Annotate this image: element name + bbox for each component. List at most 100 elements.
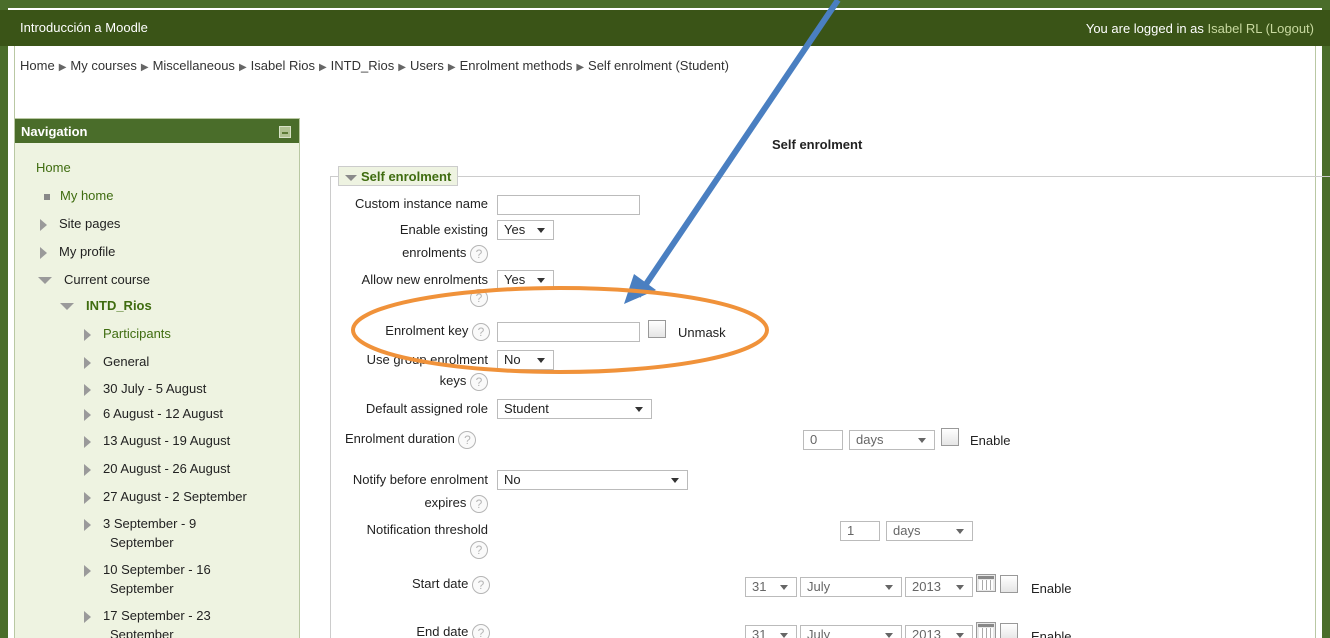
nav-week[interactable]: 27 August - 2 September	[84, 489, 247, 504]
allow-new-help: ?	[468, 287, 488, 307]
nav-week[interactable]: 30 July - 5 August	[84, 381, 206, 396]
nav-week-label-cont: September	[110, 627, 174, 638]
navigation-header: Navigation	[15, 119, 299, 143]
nav-week-label: 30 July - 5 August	[103, 381, 207, 396]
dropdown-arrow-icon	[635, 407, 643, 412]
help-icon[interactable]: ?	[472, 623, 490, 638]
expand-arrow-icon	[84, 463, 91, 476]
dropdown-arrow-icon	[885, 585, 893, 590]
custom-instance-name-input[interactable]	[497, 195, 640, 215]
enrolment-duration-label-text: Enrolment duration	[345, 431, 455, 446]
dropdown-arrow-icon	[956, 529, 964, 534]
group-keys-select[interactable]: No	[497, 350, 554, 370]
breadcrumb-users[interactable]: Users	[410, 58, 444, 73]
help-icon[interactable]: ?	[470, 288, 488, 307]
nav-site-pages[interactable]: Site pages	[40, 216, 120, 231]
notification-threshold-unit: days	[893, 523, 921, 538]
start-date-month-select[interactable]: July	[800, 577, 902, 597]
end-date-year-select[interactable]: 2013	[905, 625, 973, 638]
enrolment-duration-enable-checkbox[interactable]	[941, 428, 959, 446]
default-role-select[interactable]: Student	[497, 399, 652, 419]
enable-existing-select[interactable]: Yes	[497, 220, 554, 240]
enable-existing-label-text: enrolments	[402, 245, 467, 260]
group-keys-label-line2: keys ?	[330, 371, 488, 391]
start-date-enable-checkbox[interactable]	[1000, 575, 1018, 593]
end-date-enable-checkbox[interactable]	[1000, 623, 1018, 638]
breadcrumb-enrolment-methods[interactable]: Enrolment methods	[460, 58, 573, 73]
nav-week[interactable]: 13 August - 19 August	[84, 433, 230, 448]
end-date-day-select[interactable]: 31	[745, 625, 797, 638]
dropdown-arrow-icon	[537, 358, 545, 363]
calendar-icon[interactable]	[976, 574, 996, 592]
nav-week-label: 27 August - 2 September	[103, 489, 247, 504]
nav-home[interactable]: Home	[36, 160, 71, 175]
breadcrumb-miscellaneous[interactable]: Miscellaneous	[153, 58, 235, 73]
unmask-checkbox[interactable]	[648, 320, 666, 338]
enable-existing-label: Enable existing	[399, 222, 488, 237]
nav-week[interactable]: 6 August - 12 August	[84, 406, 223, 421]
breadcrumb-separator: ▶	[398, 62, 406, 73]
breadcrumb-course[interactable]: INTD_Rios	[331, 58, 395, 73]
start-date-day-select[interactable]: 31	[745, 577, 797, 597]
expand-arrow-icon	[84, 564, 91, 577]
collapse-arrow-icon	[60, 303, 74, 311]
nav-general-label: General	[103, 354, 150, 369]
end-date-day: 31	[752, 627, 767, 638]
nav-week[interactable]: 20 August - 26 August	[84, 461, 230, 476]
enrolment-key-input[interactable]	[497, 322, 640, 342]
nav-week-label-cont: September	[110, 535, 174, 550]
enrolment-duration-unit-select[interactable]: days	[849, 430, 935, 450]
notify-before-label: Notify before enrolment	[352, 472, 488, 487]
nav-course[interactable]: INTD_Rios	[60, 298, 152, 313]
nav-week-label: 17 September - 23	[103, 608, 211, 623]
help-icon[interactable]: ?	[470, 372, 488, 391]
breadcrumb-isabel-rios[interactable]: Isabel Rios	[251, 58, 315, 73]
breadcrumb-my-courses[interactable]: My courses	[70, 58, 136, 73]
breadcrumb-separator: ▶	[447, 62, 456, 73]
collapse-icon[interactable]	[279, 126, 291, 138]
help-icon[interactable]: ?	[458, 430, 477, 449]
notify-before-value: No	[504, 472, 521, 487]
breadcrumb-home[interactable]: Home	[20, 58, 55, 73]
notification-threshold-number[interactable]: 1	[840, 521, 880, 541]
notify-before-select[interactable]: No	[497, 470, 688, 490]
bullet-icon	[44, 193, 50, 200]
expand-arrow-icon	[84, 383, 91, 396]
expand-arrow-icon	[40, 218, 47, 231]
nav-general[interactable]: General	[84, 354, 149, 369]
end-date-month-select[interactable]: July	[800, 625, 902, 638]
calendar-icon[interactable]	[976, 622, 996, 638]
expand-arrow-icon	[84, 518, 91, 531]
user-profile-link[interactable]: Isabel RL	[1208, 21, 1262, 36]
breadcrumb-self-enrolment: Self enrolment (Student)	[588, 58, 729, 73]
site-name-link[interactable]: Introducción a Moodle	[20, 20, 148, 35]
start-date-month: July	[807, 579, 831, 594]
nav-current-course-label: Current course	[64, 272, 150, 287]
dropdown-arrow-icon	[780, 585, 788, 590]
help-icon[interactable]: ?	[472, 322, 490, 341]
custom-instance-name-label: Custom instance name	[355, 196, 488, 211]
help-icon[interactable]: ?	[470, 540, 488, 559]
allow-new-select[interactable]: Yes	[497, 270, 554, 290]
nav-current-course[interactable]: Current course	[38, 272, 150, 287]
nav-my-home[interactable]: My home	[44, 188, 113, 203]
notify-before-label-line2: expires ?	[330, 493, 488, 513]
help-icon[interactable]: ?	[472, 575, 490, 594]
help-icon[interactable]: ?	[470, 244, 488, 263]
nav-my-profile[interactable]: My profile	[40, 244, 115, 259]
help-icon[interactable]: ?	[470, 494, 488, 513]
notification-threshold-unit-select[interactable]: days	[886, 521, 973, 541]
enrolment-duration-label: Enrolment duration ?	[345, 429, 477, 449]
expand-arrow-icon	[84, 435, 91, 448]
nav-week-label: 13 August - 19 August	[103, 433, 231, 448]
nav-participants[interactable]: Participants	[84, 326, 171, 341]
logout-link[interactable]: (Logout)	[1266, 21, 1314, 36]
notification-threshold-help: ?	[466, 539, 488, 559]
start-date-year-select[interactable]: 2013	[905, 577, 973, 597]
section-legend[interactable]: Self enrolment	[338, 166, 459, 186]
nav-week[interactable]: 17 September - 23	[84, 608, 211, 623]
notification-threshold-label: Notification threshold	[366, 522, 488, 537]
enrolment-duration-number[interactable]: 0	[803, 430, 843, 450]
nav-week[interactable]: 10 September - 16	[84, 562, 211, 577]
nav-week[interactable]: 3 September - 9	[84, 516, 196, 531]
